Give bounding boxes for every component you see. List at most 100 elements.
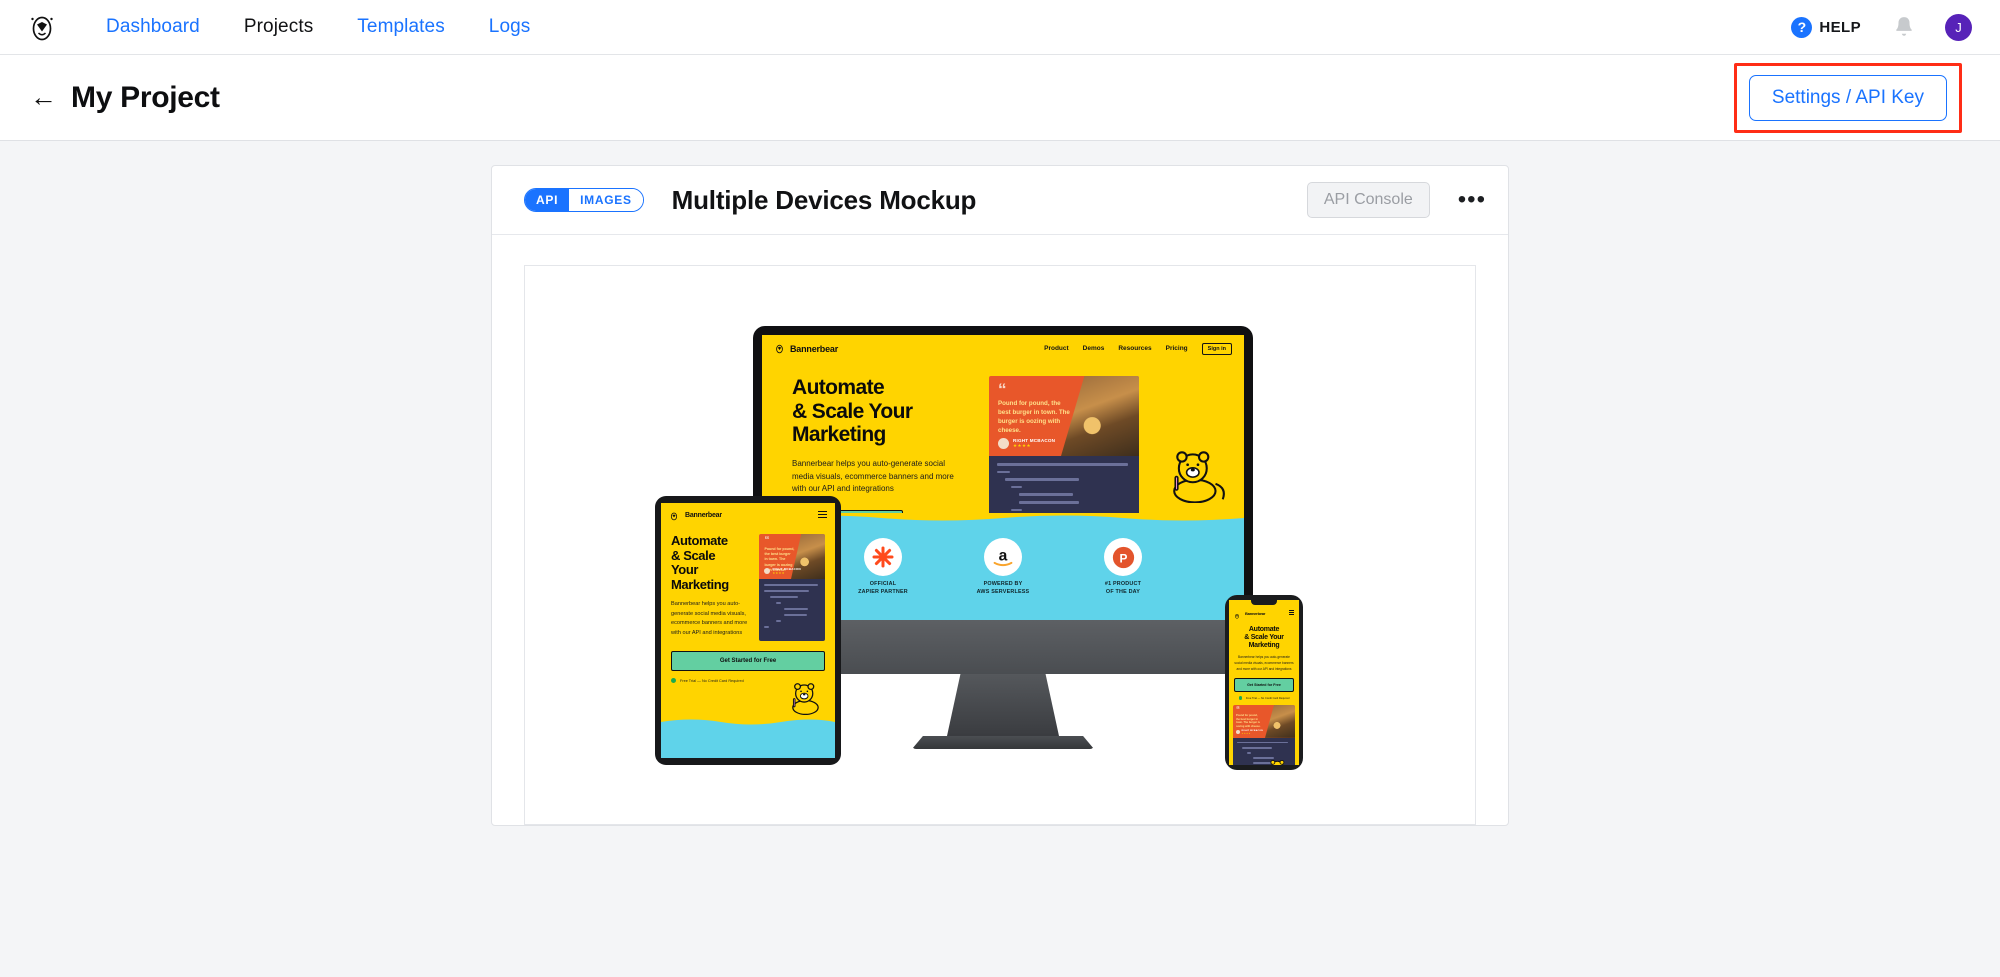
phone-headline-line-3: Marketing (1248, 642, 1280, 650)
back-arrow-icon[interactable]: ← (30, 84, 57, 111)
phone-screen: Bannerbear Automate & Scale Your Marketi… (1229, 600, 1299, 765)
tablet-bezel: Bannerbear Automate & Scale Your Marketi… (655, 496, 841, 765)
mockup-signin-button: Sign in (1201, 342, 1232, 355)
tablet-quote-author-block: RIGHT MCBACON ★★★★ (772, 567, 800, 575)
tablet-headline: Automate & Scale Your Marketing (671, 533, 750, 592)
top-navigation-bar: Dashboard Projects Templates Logs ? HELP… (0, 0, 2000, 55)
tablet-quote-block: “ Pound for pound, the best burger in to… (759, 534, 825, 579)
phone-bear-logo-icon (1234, 607, 1240, 620)
mockup-headline-line-2: & Scale Your (792, 399, 913, 423)
phone-hero: Automate & Scale Your Marketing Bannerbe… (1229, 623, 1299, 700)
quote-author-avatar (998, 438, 1009, 449)
tablet-cta-button: Get Started for Free (671, 651, 825, 671)
mockup-nav-pricing: Pricing (1165, 345, 1188, 352)
phone-headline-line-2: & Scale Your (1244, 634, 1284, 642)
code-line (1011, 508, 1022, 512)
help-button[interactable]: ? HELP (1791, 16, 1861, 38)
bannerbear-bear-logo[interactable] (26, 11, 58, 43)
phone-quote-author-avatar (1236, 730, 1240, 735)
tablet-headline-line-1: Automate (671, 533, 728, 548)
template-card: API IMAGES Multiple Devices Mockup API C… (491, 165, 1509, 826)
code-line (997, 470, 1011, 474)
code-line (770, 596, 799, 598)
mockup-nav-resources: Resources (1118, 345, 1152, 352)
partner-badge-ph-line1: #1 PRODUCT (1104, 581, 1142, 587)
hamburger-menu-icon (818, 510, 827, 521)
tablet-code-block (759, 579, 825, 641)
tablet-hero-left: Automate & Scale Your Marketing Bannerbe… (671, 533, 750, 641)
code-line (1005, 478, 1079, 481)
nav-link-projects[interactable]: Projects (222, 16, 335, 38)
phone-testimonial-card: “ Pound for pound, the best burger in to… (1233, 704, 1295, 765)
nav-link-dashboard[interactable]: Dashboard (84, 16, 222, 38)
mockup-site-nav: Bannerbear Product Demos Resources Prici… (762, 335, 1244, 362)
tablet-bear-logo-icon (669, 509, 680, 522)
phone-quote-star-rating: ★★★★ (1241, 732, 1251, 735)
notification-bell-icon[interactable] (1893, 15, 1915, 39)
badge-label-images: IMAGES (569, 189, 643, 211)
nav-links: Dashboard Projects Templates Logs (84, 16, 552, 38)
tablet-hero: Automate & Scale Your Marketing Bannerbe… (661, 528, 835, 641)
partner-badge-zapier-line2: ZAPIER PARTNER (858, 588, 908, 595)
tablet-brand-name: Bannerbear (685, 512, 722, 519)
settings-api-key-button[interactable]: Settings / API Key (1748, 74, 1947, 121)
project-header-bar: ← My Project Settings / API Key (0, 55, 2000, 141)
tablet-quote-mark-icon: “ (764, 535, 770, 546)
mockup-bear-mascot (1168, 445, 1230, 508)
tablet-headline-line-4: Marketing (671, 576, 729, 592)
phone-quote-mark-icon: “ (1236, 704, 1240, 714)
quote-author-block: RIGHT MCBACON ★★★★ (1013, 438, 1055, 449)
tablet-site-nav: Bannerbear (661, 503, 835, 528)
user-avatar[interactable]: J (1945, 13, 1972, 41)
tablet-quote-author-row: RIGHT MCBACON ★★★★ (764, 567, 801, 575)
partner-badge-zapier: OFFICIAL ZAPIER PARTNER (847, 538, 919, 597)
mockup-headline-line-1: Automate (792, 376, 885, 399)
phone-headline: Automate & Scale Your Marketing (1234, 626, 1294, 650)
code-line (1019, 500, 1080, 504)
tablet-paragraph: Bannerbear helps you auto-generate socia… (671, 601, 748, 636)
monitor-stand-neck (947, 674, 1059, 736)
amazon-icon: a (984, 538, 1022, 576)
template-title: Multiple Devices Mockup (671, 184, 977, 215)
code-line (776, 620, 781, 622)
tablet-quote-star-rating: ★★★★ (772, 571, 785, 575)
code-line (1011, 485, 1022, 489)
phone-notch (1251, 600, 1277, 605)
phone-brand-name: Bannerbear (1245, 611, 1266, 616)
mockup-headline-line-3: Marketing (792, 423, 886, 447)
phone-hamburger-menu-icon (1289, 610, 1294, 617)
mockup-brand-name: Bannerbear (790, 343, 839, 354)
code-line (1237, 741, 1289, 744)
mockup-bear-logo-icon (774, 342, 785, 355)
svg-text:a: a (999, 547, 1008, 564)
phone-quote-block: “ Pound for pound, the best burger in to… (1233, 704, 1295, 738)
burger-photo (1061, 376, 1139, 456)
mockup-nav-demos: Demos (1082, 345, 1105, 352)
phone-bear-mascot (1267, 757, 1293, 765)
tablet-testimonial-card: “ Pound for pound, the best burger in to… (759, 534, 825, 641)
api-images-badge: API IMAGES (524, 188, 644, 212)
svg-text:P: P (1119, 551, 1127, 565)
template-card-header: API IMAGES Multiple Devices Mockup API C… (492, 166, 1508, 235)
tablet-partners-section (661, 728, 835, 758)
nav-link-logs[interactable]: Logs (467, 16, 553, 38)
phone-quote-author-row: RIGHT MCBACON ★★★★ (1236, 730, 1263, 735)
nav-link-templates[interactable]: Templates (335, 16, 467, 38)
phone-device: Bannerbear Automate & Scale Your Marketi… (1225, 595, 1303, 770)
partner-badge-aws-line1: POWERED BY (983, 581, 1023, 587)
help-label: HELP (1819, 18, 1861, 36)
phone-code-block (1233, 737, 1295, 765)
code-line (1019, 493, 1073, 496)
overflow-menu-icon[interactable]: ••• (1458, 187, 1486, 212)
template-preview-frame[interactable]: Bannerbear Product Demos Resources Prici… (524, 265, 1476, 825)
phone-headline-line-1: Automate (1248, 626, 1280, 633)
partner-badge-producthunt: P #1 PRODUCT OF THE DAY (1087, 538, 1159, 597)
phone-quote-text: Pound for pound, the best burger in town… (1236, 713, 1261, 729)
api-console-button[interactable]: API Console (1306, 182, 1430, 218)
phone-paragraph: Bannerbear helps you auto-generate socia… (1234, 655, 1294, 671)
code-line (997, 463, 1129, 466)
zapier-icon (864, 538, 902, 576)
code-line (764, 590, 809, 592)
tablet-headline-line-3: Your (671, 562, 699, 578)
badge-label-api: API (525, 189, 570, 211)
